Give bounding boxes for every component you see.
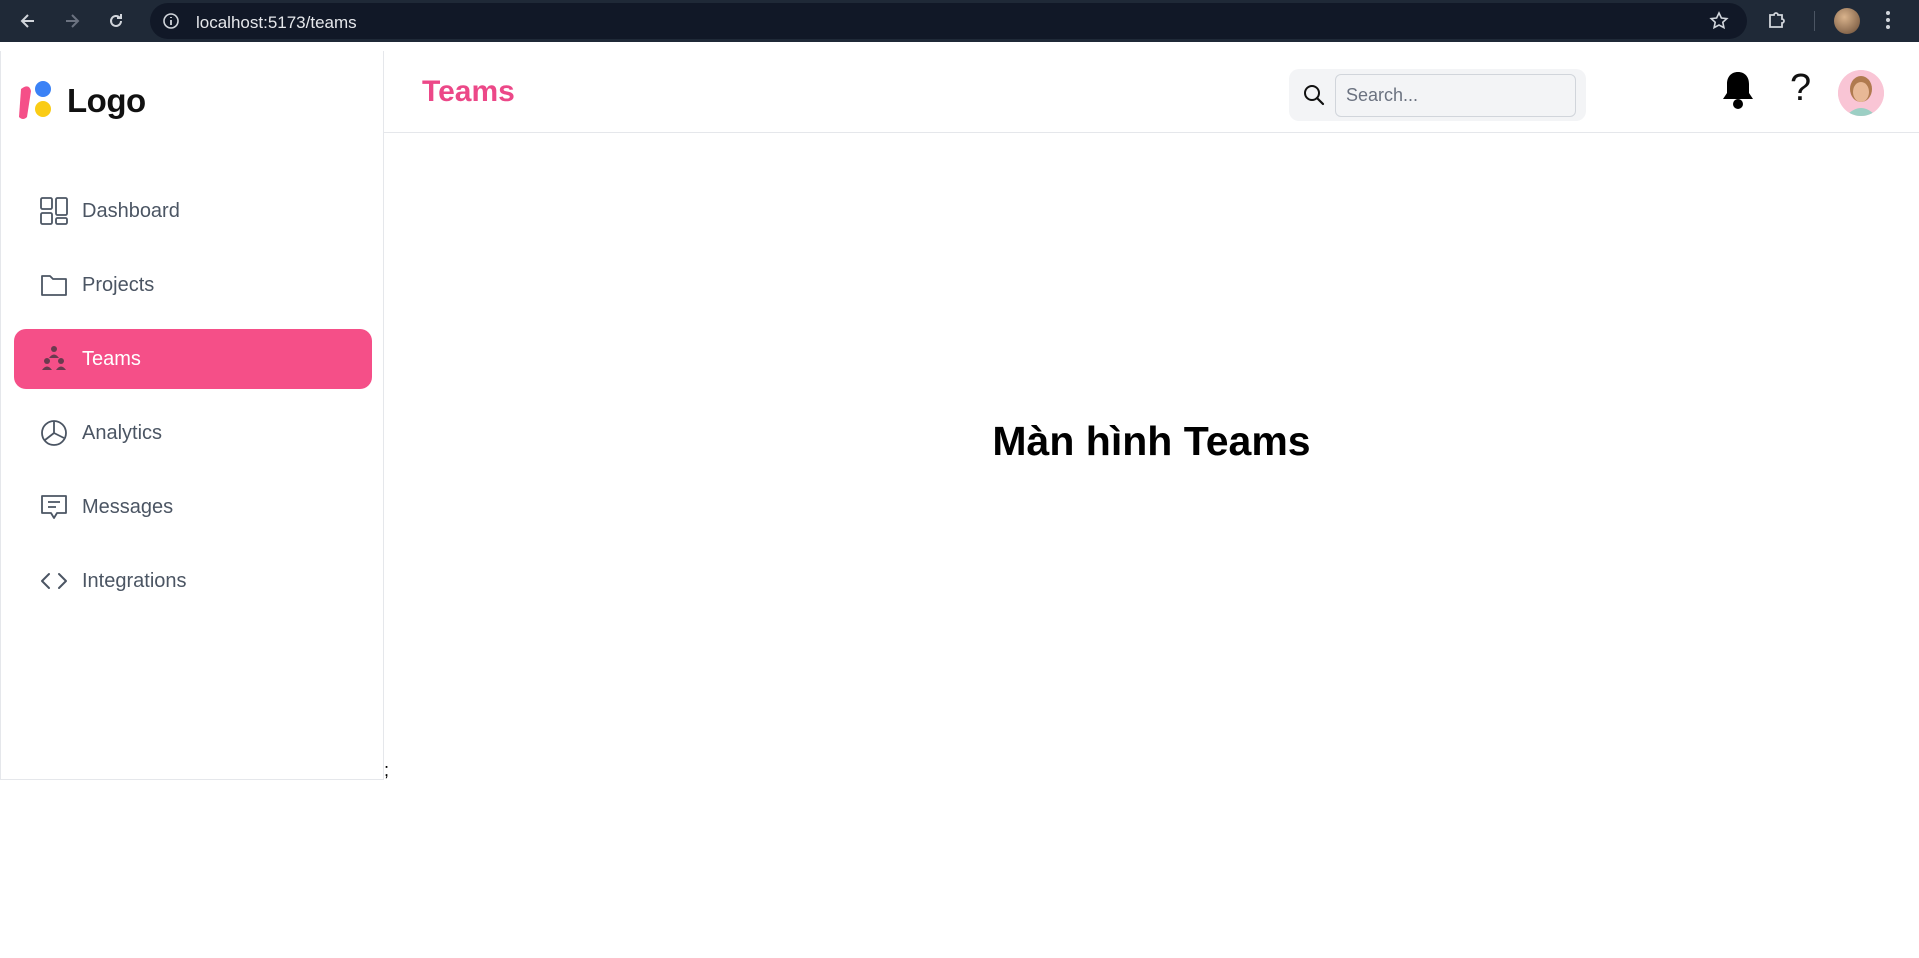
folder-icon <box>41 275 67 296</box>
sidebar-item-label: Messages <box>82 495 174 518</box>
page-title: Teams <box>422 75 515 108</box>
browser-profile-avatar[interactable] <box>1834 8 1860 34</box>
user-avatar-icon <box>1838 70 1884 116</box>
sidebar-item-label: Integrations <box>82 569 187 592</box>
arrow-right-icon <box>66 14 80 28</box>
url-text[interactable]: localhost:5173/teams <box>196 13 357 33</box>
reload-icon <box>110 14 122 27</box>
logo[interactable]: Logo <box>17 79 146 123</box>
sidebar-item-label: Analytics <box>82 421 163 444</box>
sidebar-item-label: Teams <box>82 347 141 370</box>
logo-mark-icon <box>17 79 57 123</box>
team-icon <box>42 346 66 370</box>
sidebar-nav: Dashboard Projects Teams Analytics Messa… <box>14 181 372 625</box>
forward-button[interactable] <box>58 7 86 35</box>
code-icon <box>41 573 67 589</box>
kebab-menu-icon[interactable] <box>1884 9 1892 31</box>
search-box <box>1289 69 1586 121</box>
info-icon[interactable] <box>162 12 180 30</box>
reload-button[interactable] <box>102 7 130 35</box>
logo-text: Logo <box>67 82 146 119</box>
star-icon[interactable] <box>1709 11 1729 31</box>
main-heading: Màn hình Teams <box>992 418 1311 464</box>
search-input[interactable] <box>1335 74 1576 117</box>
arrow-left-icon <box>20 14 34 28</box>
sidebar-item-projects[interactable]: Projects <box>14 255 372 315</box>
help-icon[interactable]: ? <box>1790 69 1811 107</box>
browser-toolbar: localhost:5173/teams <box>0 0 1919 42</box>
sidebar-item-label: Dashboard <box>82 199 180 222</box>
message-icon <box>41 495 67 519</box>
dashboard-grid-icon <box>40 197 68 225</box>
sidebar: Logo Dashboard Projects Teams Analytics … <box>0 51 384 780</box>
sidebar-item-dashboard[interactable]: Dashboard <box>14 181 372 241</box>
app-header: Teams ? <box>384 51 1919 133</box>
address-bar[interactable]: localhost:5173/teams <box>150 3 1747 39</box>
avatar[interactable] <box>1838 70 1884 116</box>
stray-text: ; <box>384 760 390 780</box>
bell-icon[interactable] <box>1719 69 1757 111</box>
sidebar-item-label: Projects <box>82 273 155 296</box>
sidebar-item-analytics[interactable]: Analytics <box>14 403 372 463</box>
pie-chart-icon <box>41 420 67 446</box>
sidebar-item-integrations[interactable]: Integrations <box>14 551 372 611</box>
puzzle-icon[interactable] <box>1766 9 1788 31</box>
toolbar-divider <box>1814 11 1815 31</box>
sidebar-item-messages[interactable]: Messages <box>14 477 372 537</box>
search-icon <box>1304 85 1325 106</box>
back-button[interactable] <box>14 7 42 35</box>
sidebar-item-teams[interactable]: Teams <box>14 329 372 389</box>
